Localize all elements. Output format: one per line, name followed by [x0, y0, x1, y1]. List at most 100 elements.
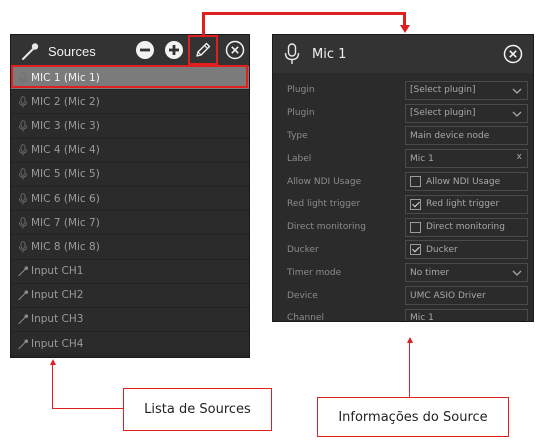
info-row: Direct monitoring Direct monitoring [273, 216, 533, 239]
source-list-item[interactable]: MIC 7 (Mic 7) [11, 211, 249, 236]
sources-caption: Lista de Sources [123, 388, 272, 431]
remove-source-button[interactable] [135, 40, 155, 60]
source-item-label: MIC 3 (Mic 3) [31, 119, 100, 132]
close-sources-button[interactable] [225, 40, 245, 60]
clear-field-button[interactable]: x [517, 152, 522, 162]
source-item-label: MIC 5 (Mic 5) [31, 168, 100, 181]
info-value: Main device node [405, 126, 528, 146]
add-source-button[interactable] [164, 40, 184, 60]
source-list-item[interactable]: Input CH2 [11, 284, 249, 308]
checkbox-label: Direct monitoring [426, 222, 505, 233]
mic-icon [18, 217, 28, 229]
readonly-value: Mic 1 [410, 313, 434, 322]
microphone-logo-icon [22, 43, 39, 60]
chevron-down-icon [512, 111, 522, 117]
source-info-panel: Mic 1 Plugin [Select plugin] Plugin [Select… [272, 34, 534, 322]
mic-icon [18, 120, 28, 132]
checkbox-label: Ducker [426, 244, 458, 255]
mic-icon [18, 96, 28, 108]
info-label: Device [287, 290, 318, 301]
info-label: Type [287, 130, 308, 141]
text-value: Mic 1 [410, 153, 434, 164]
checkbox-field[interactable]: Direct monitoring [405, 217, 528, 237]
source-list-item[interactable]: MIC 5 (Mic 5) [11, 163, 249, 187]
info-value: Mic 1 [405, 308, 528, 322]
selected-item-highlight [11, 65, 248, 88]
info-value: UMC ASIO Driver [405, 286, 528, 306]
info-row: Plugin [Select plugin] [273, 79, 533, 102]
source-list-item[interactable]: MIC 2 (Mic 2) [11, 90, 249, 115]
source-item-label: Input CH4 [31, 337, 84, 350]
source-list-item[interactable]: Input CH4 [11, 332, 249, 357]
info-label: Plugin [287, 108, 315, 119]
microphone-icon [284, 43, 300, 64]
source-item-label: Input CH3 [31, 313, 84, 326]
info-header: Mic 1 [273, 35, 533, 73]
info-caption: Informações do Source [317, 397, 509, 437]
connector-arrow [50, 359, 56, 365]
info-label: Channel [287, 313, 324, 322]
source-item-label: MIC 7 (Mic 7) [31, 216, 100, 229]
chevron-down-icon [512, 88, 522, 94]
source-list: MIC 1 (Mic 1) MIC 2 (Mic 2) MIC 3 (Mic 3) M… [11, 66, 249, 357]
connector-line [52, 408, 124, 409]
source-list-item[interactable]: MIC 6 (Mic 6) [11, 187, 249, 212]
checkbox-field[interactable]: Allow NDI Usage [405, 172, 528, 192]
dropdown-value: No timer [410, 267, 450, 278]
info-label: Timer mode [287, 267, 342, 278]
connector-line [202, 12, 406, 15]
info-row: Red light trigger Red light trigger [273, 193, 533, 216]
source-item-label: MIC 4 (Mic 4) [31, 144, 100, 157]
mic-icon [18, 168, 28, 180]
mic-icon [18, 144, 28, 156]
info-row: Device UMC ASIO Driver [273, 284, 533, 307]
readonly-value: Main device node [410, 130, 490, 141]
label-input[interactable]: Mic 1 x [405, 149, 528, 169]
source-item-label: MIC 8 (Mic 8) [31, 240, 100, 253]
connector-arrow [399, 25, 410, 33]
dropdown-value: [Select plugin] [410, 108, 476, 119]
source-item-label: MIC 2 (Mic 2) [31, 95, 100, 108]
connector-line [403, 12, 406, 26]
dropdown-select[interactable]: [Select plugin] [405, 80, 528, 100]
dropdown-value: [Select plugin] [410, 85, 476, 96]
checkbox[interactable] [410, 198, 421, 210]
line-input-icon [18, 339, 29, 349]
source-list-item[interactable]: MIC 4 (Mic 4) [11, 139, 249, 163]
info-row: Allow NDI Usage Allow NDI Usage [273, 170, 533, 193]
checkbox-label: Red light trigger [426, 199, 500, 210]
connector-line [52, 364, 53, 409]
chevron-down-icon [512, 270, 522, 277]
dropdown-select[interactable]: No timer [405, 263, 528, 283]
checkbox-field[interactable]: Red light trigger [405, 194, 528, 214]
info-title: Mic 1 [312, 47, 347, 62]
checkbox[interactable] [410, 176, 421, 188]
info-label: Label [287, 153, 312, 164]
close-info-button[interactable] [503, 44, 523, 64]
line-input-icon [18, 314, 29, 325]
info-label: Allow NDI Usage [287, 176, 362, 187]
readonly-value: UMC ASIO Driver [410, 290, 486, 301]
info-label: Red light trigger [287, 199, 361, 210]
checkbox[interactable] [410, 244, 421, 256]
mic-icon [18, 241, 28, 253]
source-item-label: Input CH1 [31, 265, 84, 278]
line-input-icon [18, 290, 29, 301]
checkbox-field[interactable]: Ducker [405, 240, 528, 260]
source-list-item[interactable]: Input CH1 [11, 260, 249, 284]
source-list-item[interactable]: MIC 8 (Mic 8) [11, 235, 249, 260]
mic-icon [18, 192, 28, 205]
info-label: Plugin [287, 85, 315, 96]
line-input-icon [18, 266, 29, 277]
info-row: Plugin [Select plugin] [273, 102, 533, 125]
checkbox[interactable] [410, 221, 421, 233]
connector-line [202, 12, 205, 36]
info-row: Label Mic 1 x [273, 147, 533, 170]
dropdown-select[interactable]: [Select plugin] [405, 103, 528, 123]
connector-line [409, 342, 410, 398]
info-label: Direct monitoring [287, 222, 366, 233]
info-row: Timer mode No timer [273, 261, 533, 284]
source-list-item[interactable]: Input CH3 [11, 308, 249, 333]
source-list-item[interactable]: MIC 3 (Mic 3) [11, 114, 249, 139]
info-row: Type Main device node [273, 125, 533, 148]
